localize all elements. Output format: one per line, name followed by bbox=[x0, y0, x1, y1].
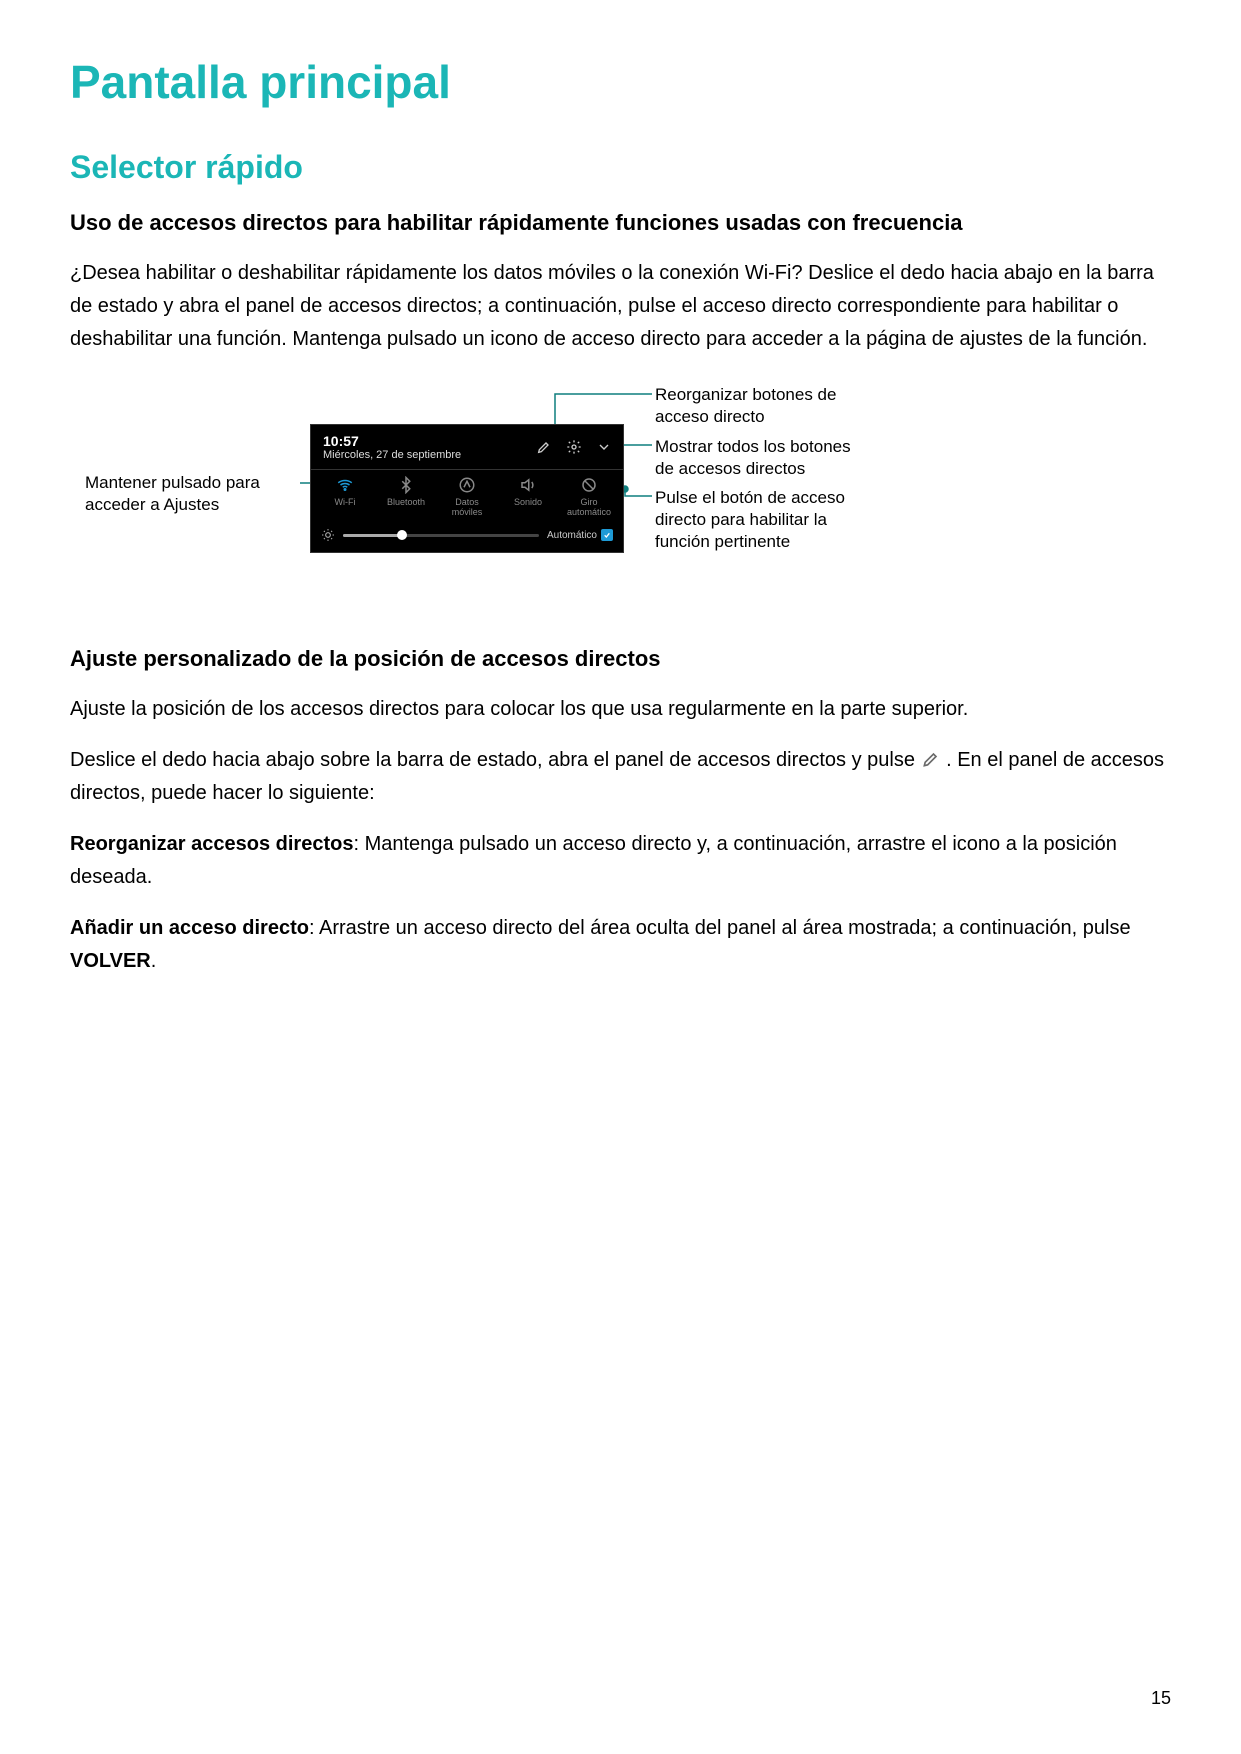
edit-icon bbox=[921, 747, 941, 767]
toggle-label: Datos móviles bbox=[439, 498, 495, 518]
subsection-heading-2: Ajuste personalizado de la posición de a… bbox=[70, 642, 1171, 675]
brightness-auto-label: Automático bbox=[547, 530, 597, 541]
autorotate-icon bbox=[580, 476, 598, 494]
toggle-wifi[interactable]: Wi-Fi bbox=[317, 476, 373, 518]
page-title: Pantalla principal bbox=[70, 55, 1171, 109]
body-text: ¿Desea habilitar o deshabilitar rápidame… bbox=[70, 257, 1171, 356]
panel-date: Miércoles, 27 de septiembre bbox=[323, 449, 461, 461]
toggle-mobile-data[interactable]: Datos móviles bbox=[439, 476, 495, 518]
toggle-autorotate[interactable]: Giro automático bbox=[561, 476, 617, 518]
toggle-label: Sonido bbox=[514, 498, 542, 518]
gear-icon[interactable] bbox=[565, 438, 583, 456]
bluetooth-icon bbox=[397, 476, 415, 494]
quick-settings-panel: 10:57 Miércoles, 27 de septiembre bbox=[310, 424, 624, 553]
brightness-slider[interactable] bbox=[343, 534, 539, 537]
mobile-data-icon bbox=[458, 476, 476, 494]
brightness-auto-checkbox[interactable] bbox=[601, 529, 613, 541]
body-text: Ajuste la posición de los accesos direct… bbox=[70, 693, 1171, 726]
wifi-icon bbox=[336, 476, 354, 494]
toggles-row: Wi-Fi Bluetooth bbox=[311, 470, 623, 522]
page-number: 15 bbox=[1151, 1688, 1171, 1709]
section-heading: Selector rápido bbox=[70, 149, 1171, 186]
edit-icon[interactable] bbox=[535, 438, 553, 456]
subsection-heading-1: Uso de accesos directos para habilitar r… bbox=[70, 206, 1171, 239]
body-text: Deslice el dedo hacia abajo sobre la bar… bbox=[70, 744, 1171, 810]
brightness-icon bbox=[321, 528, 335, 542]
sound-icon bbox=[519, 476, 537, 494]
toggle-label: Wi-Fi bbox=[335, 498, 356, 518]
toggle-label: Giro automático bbox=[561, 498, 617, 518]
toggle-bluetooth[interactable]: Bluetooth bbox=[378, 476, 434, 518]
body-text: Añadir un acceso directo: Arrastre un ac… bbox=[70, 912, 1171, 978]
body-text: Reorganizar accesos directos: Mantenga p… bbox=[70, 828, 1171, 894]
panel-time: 10:57 bbox=[323, 433, 461, 449]
quick-settings-figure: Mantener pulsado para acceder a Ajustes … bbox=[70, 384, 1171, 604]
toggle-sound[interactable]: Sonido bbox=[500, 476, 556, 518]
chevron-down-icon[interactable] bbox=[595, 438, 613, 456]
brightness-row: Automático bbox=[311, 522, 623, 552]
toggle-label: Bluetooth bbox=[387, 498, 425, 518]
